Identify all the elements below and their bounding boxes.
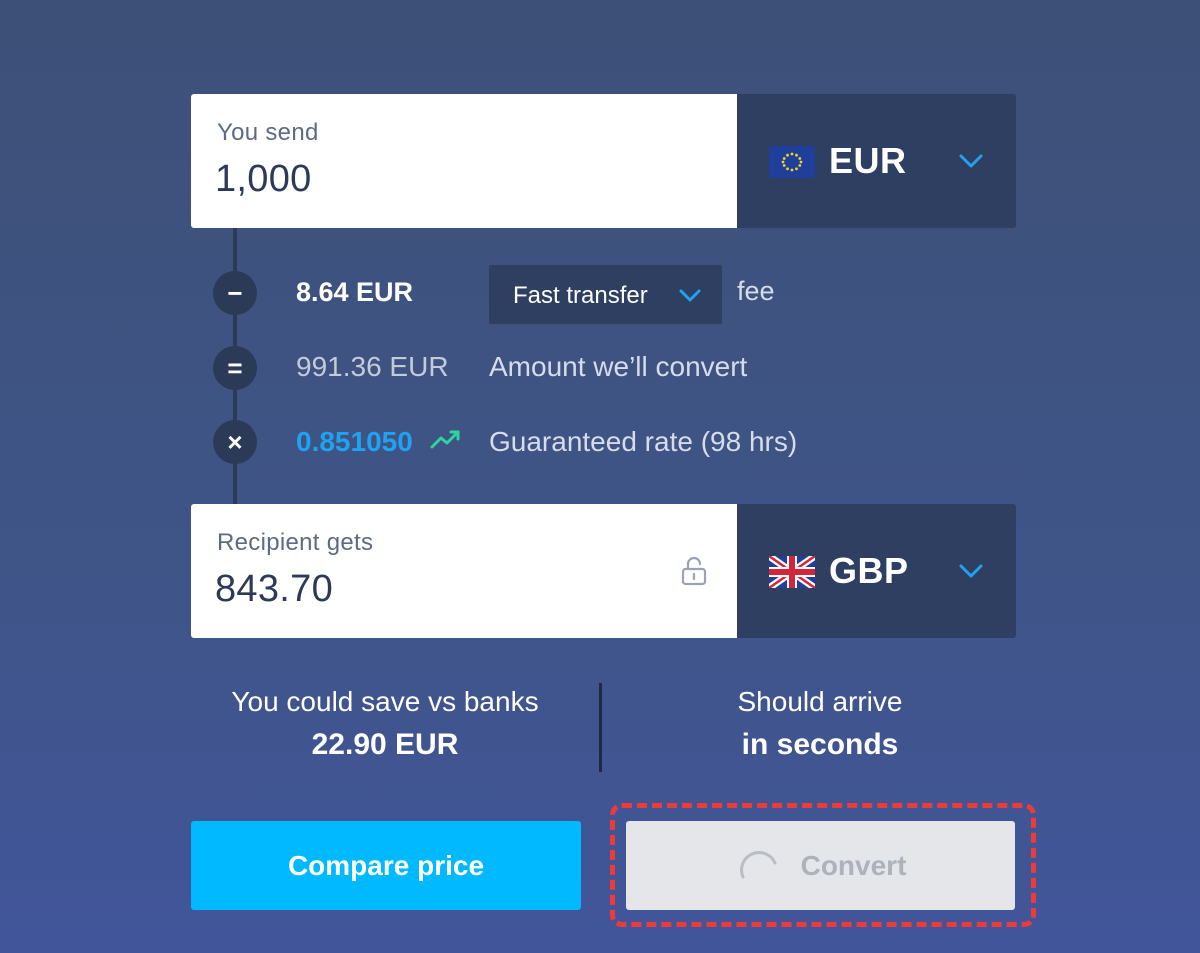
- send-currency-code: EUR: [829, 140, 907, 181]
- send-amount-field[interactable]: You send 1,000: [191, 94, 737, 228]
- chevron-down-icon: [679, 289, 701, 302]
- compare-price-label: Compare price: [287, 849, 485, 881]
- chevron-down-icon: [959, 154, 983, 168]
- convert-amount-label: Amount we’ll convert: [489, 351, 748, 382]
- savings-label: You could save vs banks: [231, 686, 539, 717]
- arrival-label: Should arrive: [737, 686, 903, 717]
- convert-button[interactable]: Convert: [626, 821, 1015, 910]
- savings-amount: 22.90 EUR: [311, 728, 459, 761]
- multiply-icon: ×: [213, 420, 257, 464]
- minus-icon: −: [213, 271, 257, 315]
- chevron-down-icon: [959, 564, 983, 578]
- send-amount-label: You send: [217, 119, 319, 146]
- info-divider: [599, 683, 602, 772]
- unlock-icon[interactable]: [681, 556, 707, 586]
- convert-label: Convert: [800, 849, 907, 881]
- uk-flag-icon: [769, 556, 815, 588]
- receive-amount-label: Recipient gets: [217, 529, 374, 556]
- transfer-type-label: Fast transfer: [513, 282, 648, 309]
- eu-flag-icon: [769, 146, 815, 178]
- send-currency-select[interactable]: EUR: [737, 94, 1016, 228]
- convert-amount: 991.36 EUR: [296, 351, 449, 382]
- equals-icon: =: [213, 346, 257, 390]
- receive-amount-box: Recipient gets 843.70 GBP: [191, 504, 1016, 638]
- fee-amount: 8.64 EUR: [296, 277, 414, 307]
- rate-label: Guaranteed rate (98 hrs): [489, 426, 798, 457]
- arrival-info: Should arrive in seconds: [620, 686, 1020, 762]
- send-amount-value[interactable]: 1,000: [215, 158, 312, 201]
- receive-currency-select[interactable]: GBP: [737, 504, 1016, 638]
- receive-currency-code: GBP: [829, 550, 909, 591]
- compare-price-button[interactable]: Compare price: [191, 821, 581, 910]
- exchange-rate[interactable]: 0.851050: [296, 426, 413, 458]
- fee-label: fee: [737, 276, 775, 306]
- transfer-type-select[interactable]: Fast transfer: [489, 265, 722, 324]
- loading-spinner-icon: [739, 850, 777, 878]
- trend-up-icon: [430, 430, 460, 449]
- receive-amount-field[interactable]: Recipient gets 843.70: [191, 504, 737, 638]
- send-amount-box: You send 1,000 EUR: [191, 94, 1016, 228]
- receive-amount-value[interactable]: 843.70: [215, 568, 333, 611]
- transfer-calculator: You send 1,000 EUR − 8.64 EUR Fast trans…: [0, 0, 1200, 953]
- savings-info: You could save vs banks 22.90 EUR: [185, 686, 585, 762]
- arrival-time: in seconds: [741, 728, 899, 761]
